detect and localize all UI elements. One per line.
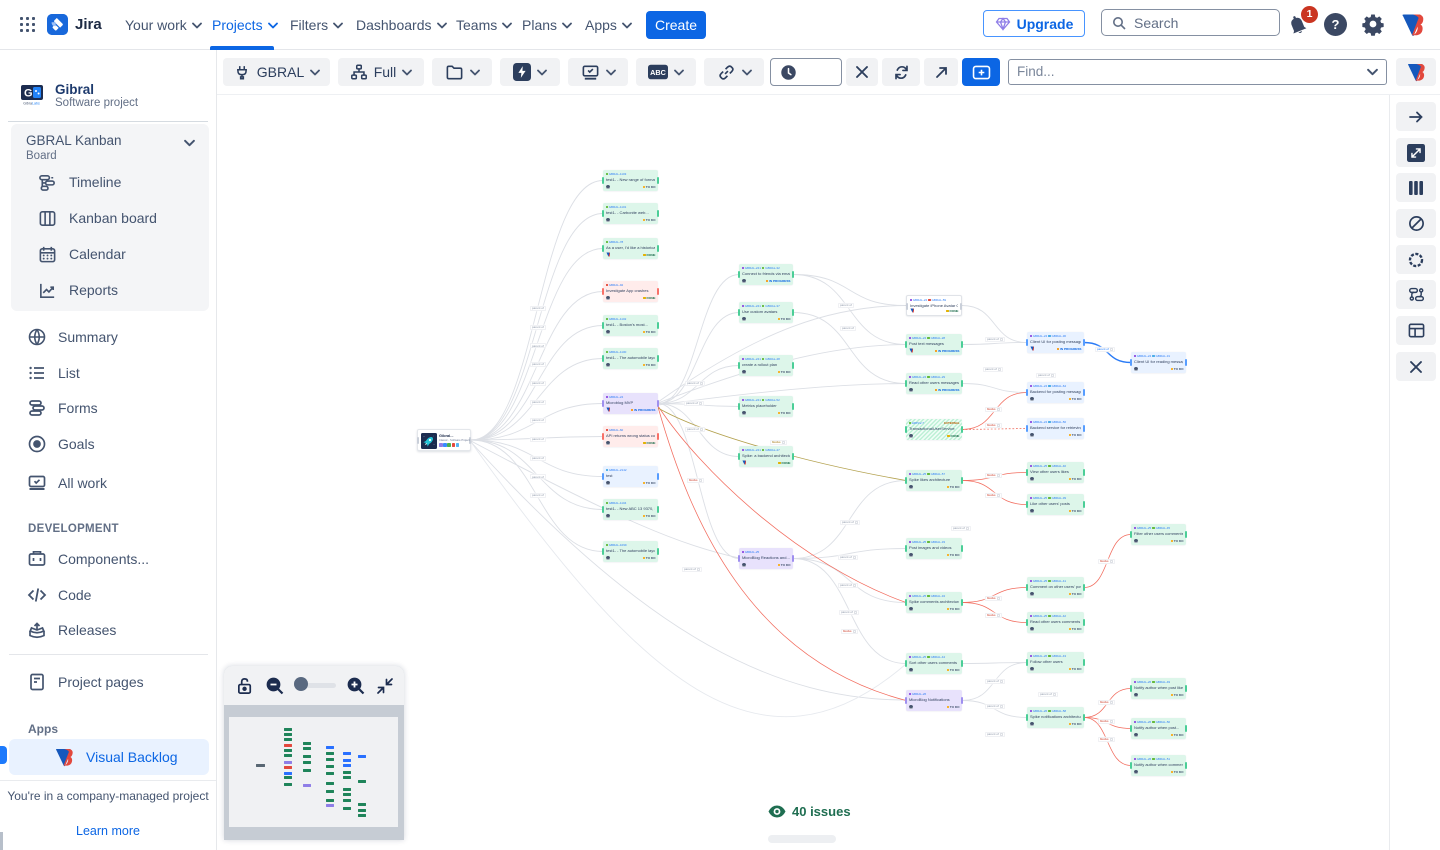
svg-text:ABC: ABC bbox=[650, 68, 666, 77]
svg-text:GibraLabs: GibraLabs bbox=[23, 102, 40, 106]
svg-text:G: G bbox=[24, 88, 33, 100]
